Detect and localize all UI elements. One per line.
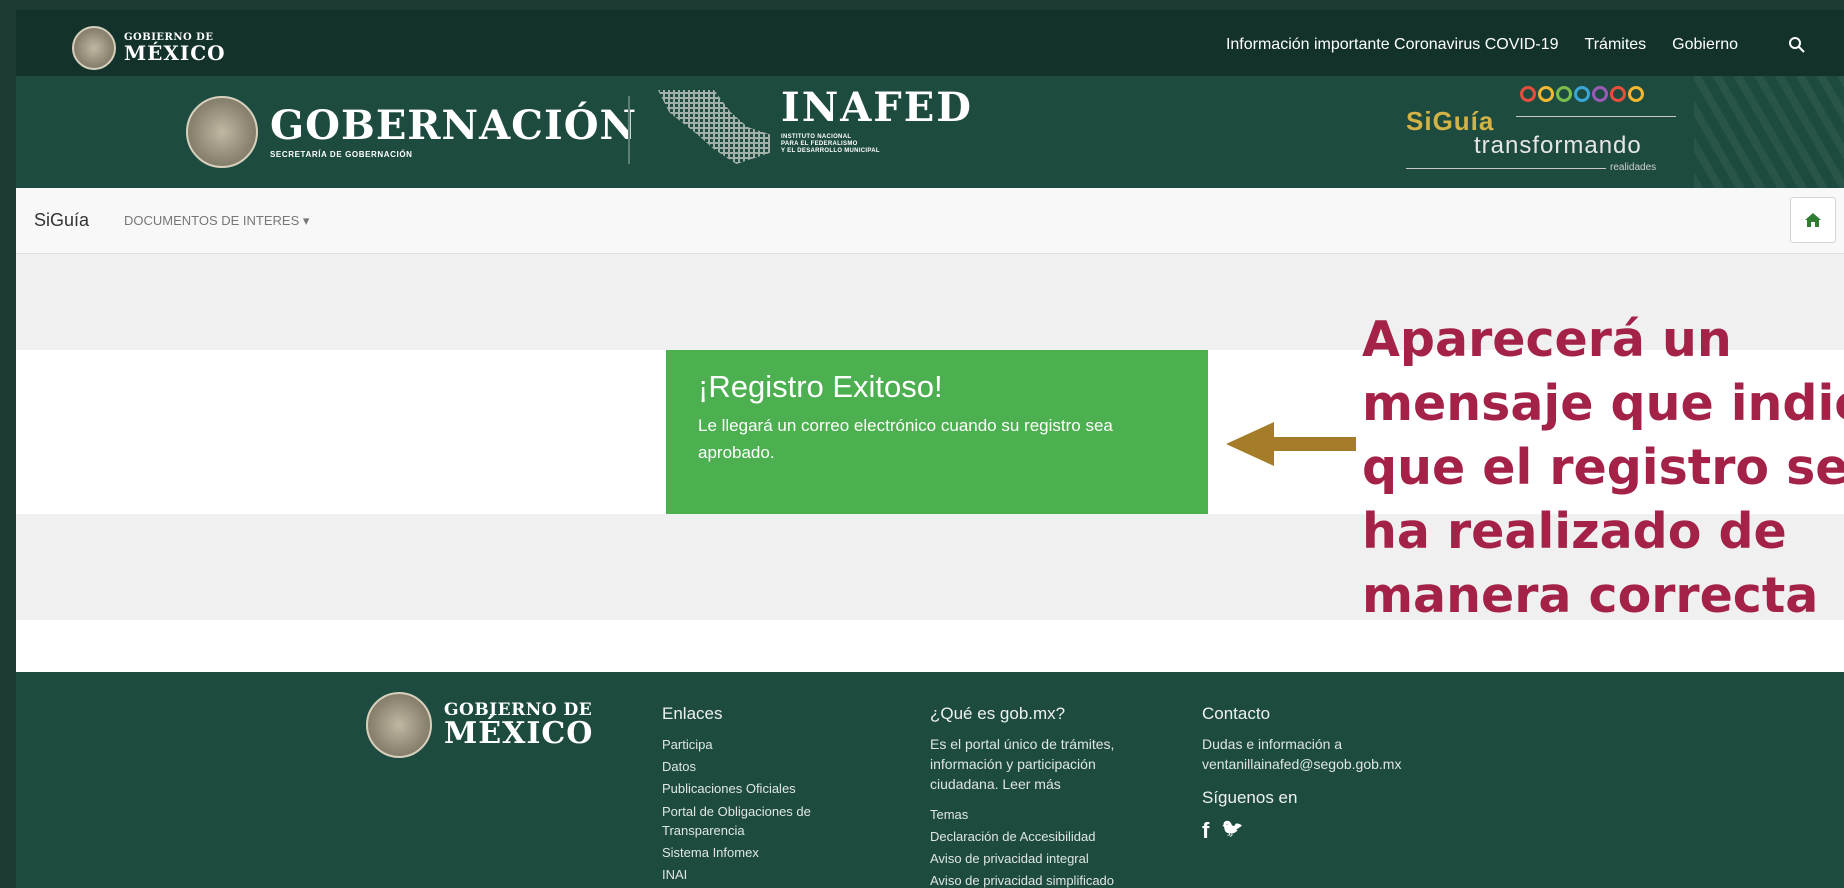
top-bar: GOBIERNO DE MÉXICO Información important…: [16, 10, 1844, 76]
alert-title: ¡Registro Exitoso!: [698, 369, 943, 404]
logo-dot: [1610, 86, 1626, 102]
documentos-dropdown-label: DOCUMENTOS DE INTERES: [124, 213, 300, 228]
top-nav: Información importante Coronavirus COVID…: [1226, 36, 1794, 54]
logo-dot: [1520, 86, 1536, 102]
annotation-line: ha realizado de: [1362, 503, 1787, 560]
inafed-title: INAFED: [781, 84, 973, 131]
footer-que-es: ¿Qué es gob.mx? Es el portal único de tr…: [930, 704, 1160, 888]
footer-link[interactable]: Declaración de Accesibilidad: [930, 826, 1160, 848]
main-content: ¡Registro Exitoso! Le llegará un correo …: [16, 254, 1844, 672]
logo-dot: [1574, 86, 1590, 102]
documentos-dropdown[interactable]: DOCUMENTOS DE INTERES ▾: [124, 213, 309, 229]
social-links: f 🐦: [1202, 818, 1472, 844]
annotation-line: Aparecerá un: [1362, 311, 1732, 368]
footer-link[interactable]: Sistema Infomex: [662, 842, 862, 864]
header-banner: GOBERNACIÓN SECRETARÍA DE GOBERNACIÓN IN…: [16, 76, 1844, 188]
search-icon[interactable]: [1788, 36, 1806, 54]
inafed-sub-line: PARA EL FEDERALISMO: [781, 141, 858, 148]
footer-link[interactable]: Datos: [662, 756, 862, 778]
mexico-map-icon: [658, 90, 770, 164]
gobierno-logo[interactable]: GOBIERNO DE MÉXICO: [72, 26, 226, 70]
nav-covid-link[interactable]: Información importante Coronavirus COVID…: [1226, 36, 1559, 54]
seal-icon: [186, 96, 258, 168]
footer-link[interactable]: Aviso de privacidad integral: [930, 848, 1160, 870]
inafed-sub-line: Y EL DESARROLLO MUNICIPAL: [781, 148, 880, 155]
footer-link[interactable]: Participa: [662, 734, 862, 756]
siguia-brand-link[interactable]: SiGuía: [34, 210, 89, 231]
footer-contacto: Contacto Dudas e información a ventanill…: [1202, 704, 1472, 844]
siguia-tagline: transformando: [1474, 132, 1642, 159]
gobernacion-logo[interactable]: GOBERNACIÓN SECRETARÍA DE GOBERNACIÓN: [186, 96, 637, 168]
site-footer: GOBIERNO DE MÉXICO Enlaces Participa Dat…: [16, 672, 1844, 888]
logo-big-text: MÉXICO: [124, 41, 226, 65]
logo-divider: [628, 96, 630, 164]
home-icon: [1805, 213, 1821, 227]
gobernacion-title: GOBERNACIÓN: [270, 101, 638, 149]
enlaces-title: Enlaces: [662, 704, 723, 723]
annotation-text: Aparecerá un mensaje que indica que el r…: [1362, 308, 1844, 628]
footer-link[interactable]: Temas: [930, 804, 1160, 826]
nav-tramites-link[interactable]: Trámites: [1585, 36, 1647, 54]
nav-gobierno-link[interactable]: Gobierno: [1672, 36, 1738, 54]
inafed-sub-line: INSTITUTO NACIONAL: [781, 134, 852, 140]
seal-icon: [72, 26, 116, 70]
gobernacion-subtitle: SECRETARÍA DE GOBERNACIÓN: [270, 149, 413, 159]
contacto-text: Dudas e información a ventanillainafed@s…: [1202, 736, 1402, 772]
alert-message: Le llegará un correo electrónico cuando …: [698, 416, 1113, 462]
decorative-pattern: [1694, 76, 1844, 188]
footer-link[interactable]: Publicaciones Oficiales: [662, 778, 862, 800]
logo-dot: [1556, 86, 1572, 102]
annotation-line: que el registro se: [1362, 439, 1844, 496]
seal-icon: [366, 692, 432, 758]
caret-down-icon: ▾: [302, 213, 310, 228]
footer-enlaces: Enlaces Participa Datos Publicaciones Of…: [662, 704, 862, 886]
siguenos-label: Síguenos en: [1202, 788, 1298, 807]
logo-dot: [1628, 86, 1644, 102]
siguia-logo: SiGuía transformando realidades: [1406, 86, 1686, 182]
browser-page: GOBIERNO DE MÉXICO Información important…: [16, 10, 1844, 888]
que-es-text: Es el portal único de trámites, informac…: [930, 736, 1115, 792]
annotation-line: manera correcta: [1362, 567, 1819, 624]
footer-gobierno-logo[interactable]: GOBIERNO DE MÉXICO: [366, 692, 593, 758]
annotation-line: mensaje que indica: [1362, 375, 1844, 432]
footer-link[interactable]: Portal de Obligaciones de Transparencia: [662, 802, 862, 840]
twitter-icon[interactable]: 🐦: [1221, 818, 1243, 844]
home-button[interactable]: [1790, 197, 1836, 243]
contacto-title: Contacto: [1202, 704, 1271, 723]
footer-logo-big: MÉXICO: [444, 715, 594, 751]
logo-dot: [1538, 86, 1554, 102]
inafed-logo[interactable]: INAFED INSTITUTO NACIONAL PARA EL FEDERA…: [781, 88, 973, 156]
site-navbar: SiGuía DOCUMENTOS DE INTERES ▾: [16, 188, 1844, 254]
logo-dot: [1592, 86, 1608, 102]
colored-dots-icon: [1520, 86, 1644, 102]
facebook-icon[interactable]: f: [1202, 818, 1209, 844]
success-alert: ¡Registro Exitoso! Le llegará un correo …: [666, 350, 1208, 514]
siguia-tagline-small: realidades: [1610, 162, 1657, 173]
footer-link[interactable]: INAI: [662, 864, 862, 886]
que-es-title: ¿Qué es gob.mx?: [930, 704, 1066, 723]
arrow-left-icon: [1226, 422, 1356, 466]
footer-link[interactable]: Aviso de privacidad simplificado: [930, 870, 1160, 888]
